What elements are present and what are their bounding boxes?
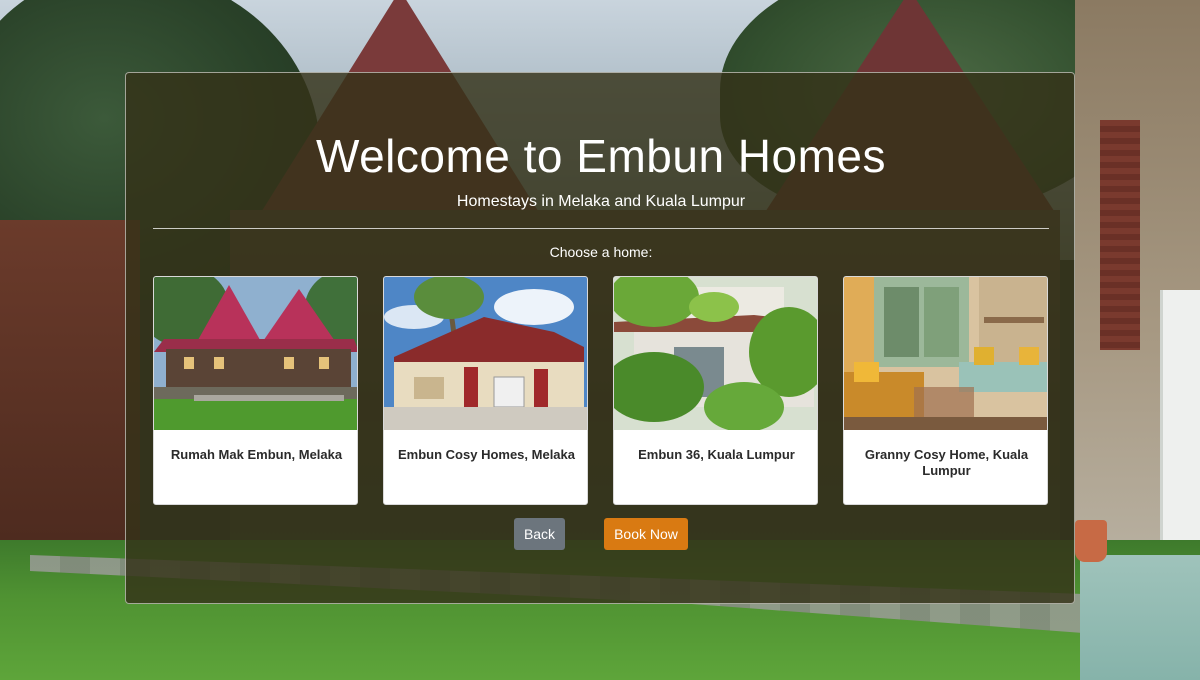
home-card-granny-cosy-home[interactable]: Granny Cosy Home, Kuala Lumpur <box>843 276 1048 505</box>
welcome-panel: Welcome to Embun Homes Homestays in Mela… <box>125 72 1075 604</box>
choose-home-prompt: Choose a home: <box>549 244 653 260</box>
page-subtitle: Homestays in Melaka and Kuala Lumpur <box>456 193 746 210</box>
background-plant-pot <box>1075 520 1107 562</box>
book-now-button[interactable]: Book Now <box>604 518 688 550</box>
home-card-label: Rumah Mak Embun, Melaka <box>170 447 343 462</box>
home-photo-embun-36 <box>614 277 817 430</box>
back-button[interactable]: Back <box>514 518 565 550</box>
home-card-label: Embun 36, Kuala Lumpur <box>638 447 795 462</box>
home-card-embun-cosy-homes[interactable]: Embun Cosy Homes, Melaka <box>383 276 588 505</box>
background-shutter <box>1100 120 1140 350</box>
home-card-rumah-mak-embun[interactable]: Rumah Mak Embun, Melaka <box>153 276 358 505</box>
background-door <box>1160 290 1200 570</box>
home-photo-embun-cosy-homes <box>384 277 587 430</box>
home-card-label: Embun Cosy Homes, Melaka <box>398 447 575 462</box>
background-house-left <box>0 220 140 540</box>
background-porch-tiles <box>1080 555 1200 680</box>
home-photo-rumah-mak-embun <box>154 277 357 430</box>
home-card-embun-36[interactable]: Embun 36, Kuala Lumpur <box>613 276 818 505</box>
page-title: Welcome to Embun Homes <box>315 130 887 182</box>
home-cards: Rumah Mak Embun, Melaka Embun Cosy Homes… <box>153 276 1049 505</box>
home-photo-granny-cosy-home <box>844 277 1047 430</box>
home-card-label: Granny Cosy Home, Kuala Lumpur <box>864 447 1029 478</box>
divider <box>153 228 1049 229</box>
